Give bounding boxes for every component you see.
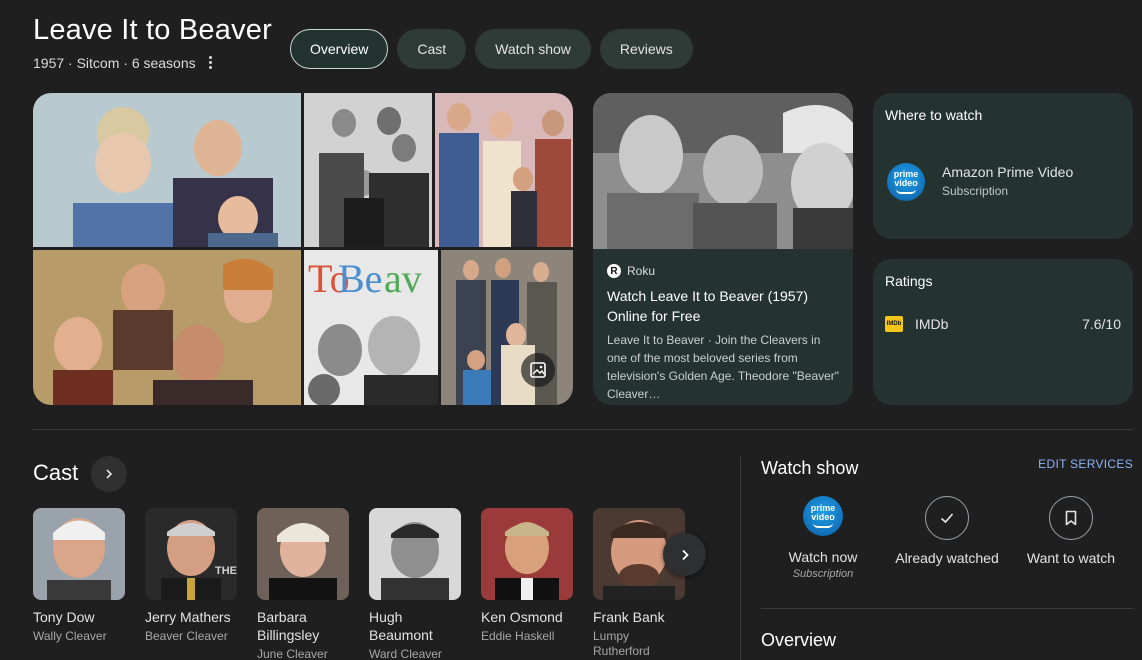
watch-show-heading: Watch show bbox=[761, 458, 859, 478]
cast-role: Wally Cleaver bbox=[33, 629, 107, 643]
gallery-image-family-closeup[interactable] bbox=[33, 250, 301, 405]
watch-now-sub: Subscription bbox=[792, 568, 854, 580]
check-icon bbox=[925, 496, 969, 540]
tab-bar: Overview Cast Watch show Reviews bbox=[290, 29, 693, 69]
where-to-watch-card: Where to watch prime video Amazon Prime … bbox=[873, 93, 1133, 239]
svg-text:Be: Be bbox=[338, 256, 382, 301]
gallery-image-poster[interactable]: To Be av bbox=[304, 250, 438, 405]
cast-member[interactable]: Hugh Beaumont Ward Cleaver bbox=[369, 508, 461, 660]
prime-video-icon: prime video bbox=[803, 496, 843, 536]
roku-logo-icon: R bbox=[607, 264, 621, 278]
prime-video-icon[interactable]: prime video bbox=[887, 163, 925, 201]
want-to-watch-label: Want to watch bbox=[1026, 550, 1116, 566]
cast-name: Tony Dow bbox=[33, 609, 95, 625]
watch-now-label: Watch now bbox=[788, 549, 858, 565]
chevron-right-icon[interactable] bbox=[91, 456, 127, 492]
tab-reviews[interactable]: Reviews bbox=[599, 29, 693, 69]
cast-name: Hugh Beaumont bbox=[369, 609, 433, 643]
svg-text:av: av bbox=[384, 256, 422, 301]
cast-member[interactable]: THE Jerry Mathers Beaver Cleaver bbox=[145, 508, 237, 644]
tab-overview[interactable]: Overview bbox=[290, 29, 389, 69]
already-watched-label: Already watched bbox=[895, 550, 999, 566]
cast-name: Ken Osmond bbox=[481, 609, 563, 625]
cast-photo bbox=[257, 508, 349, 600]
section-divider bbox=[33, 429, 1133, 430]
tab-watch-show[interactable]: Watch show bbox=[475, 29, 591, 69]
want-to-watch-button[interactable]: Want to watch bbox=[1006, 496, 1136, 566]
column-divider bbox=[740, 457, 741, 660]
cast-name: Frank Bank bbox=[593, 609, 665, 625]
streaming-service-name[interactable]: Amazon Prime Video bbox=[942, 164, 1073, 180]
cast-name: Jerry Mathers bbox=[145, 609, 231, 625]
cast-member[interactable]: Tony Dow Wally Cleaver bbox=[33, 508, 125, 644]
rating-source[interactable]: IMDb bbox=[915, 316, 948, 332]
cast-heading: Cast bbox=[33, 460, 79, 485]
tab-cast[interactable]: Cast bbox=[397, 29, 467, 69]
cast-member[interactable]: Frank Bank Lumpy Rutherford bbox=[593, 508, 685, 659]
roku-source-label: Roku bbox=[627, 264, 656, 278]
roku-result-card[interactable]: R Roku Watch Leave It to Beaver (1957) O… bbox=[593, 93, 853, 405]
show-title: Leave It to Beaver bbox=[33, 14, 272, 46]
image-gallery[interactable]: To Be av bbox=[33, 93, 573, 405]
imdb-icon: IMDb bbox=[885, 316, 903, 332]
where-to-watch-title: Where to watch bbox=[885, 107, 983, 123]
roku-description: Leave It to Beaver · Join the Cleavers i… bbox=[607, 333, 840, 401]
cast-member[interactable]: Barbara Billingsley June Cleaver bbox=[257, 508, 349, 660]
cast-role: Ward Cleaver bbox=[369, 647, 442, 660]
image-gallery-icon[interactable] bbox=[521, 353, 555, 387]
gallery-image-reunion[interactable] bbox=[441, 250, 573, 405]
gallery-image-family-standing[interactable] bbox=[435, 93, 573, 247]
cast-role: Lumpy Rutherford bbox=[593, 629, 650, 658]
rating-score: 7.6/10 bbox=[1082, 316, 1121, 332]
gallery-image-family-bw[interactable] bbox=[304, 93, 432, 247]
roku-title-link[interactable]: Watch Leave It to Beaver (1957) Online f… bbox=[607, 286, 843, 326]
roku-thumbnail bbox=[593, 93, 853, 249]
cast-photo bbox=[33, 508, 125, 600]
edit-services-link[interactable]: EDIT SERVICES bbox=[1038, 457, 1133, 471]
roku-source: R Roku bbox=[607, 264, 655, 278]
watch-now-button[interactable]: prime video Watch now Subscription bbox=[758, 496, 888, 580]
show-subtitle: 1957 · Sitcom · 6 seasons bbox=[33, 55, 196, 71]
bookmark-icon bbox=[1049, 496, 1093, 540]
carousel-next-icon[interactable] bbox=[663, 533, 706, 576]
cast-photo bbox=[481, 508, 573, 600]
cast-member[interactable]: Ken Osmond Eddie Haskell bbox=[481, 508, 573, 644]
cast-photo bbox=[369, 508, 461, 600]
already-watched-button[interactable]: Already watched bbox=[882, 496, 1012, 566]
cast-photo: THE bbox=[145, 508, 237, 600]
cast-role: June Cleaver bbox=[257, 647, 328, 660]
ratings-title: Ratings bbox=[885, 273, 933, 289]
cast-name: Barbara Billingsley bbox=[257, 609, 320, 643]
cast-role: Eddie Haskell bbox=[481, 629, 555, 643]
section-divider bbox=[761, 608, 1133, 609]
gallery-image-family-color[interactable] bbox=[33, 93, 301, 247]
cast-carousel: Tony Dow Wally Cleaver THE Jerry Mathers… bbox=[33, 508, 733, 660]
cast-role: Beaver Cleaver bbox=[145, 629, 228, 643]
more-vert-icon[interactable] bbox=[203, 53, 217, 71]
streaming-service-plan: Subscription bbox=[942, 184, 1009, 198]
ratings-card: Ratings IMDb IMDb 7.6/10 bbox=[873, 259, 1133, 405]
overview-heading: Overview bbox=[761, 630, 837, 650]
photo-overlay-text: THE bbox=[215, 565, 237, 577]
